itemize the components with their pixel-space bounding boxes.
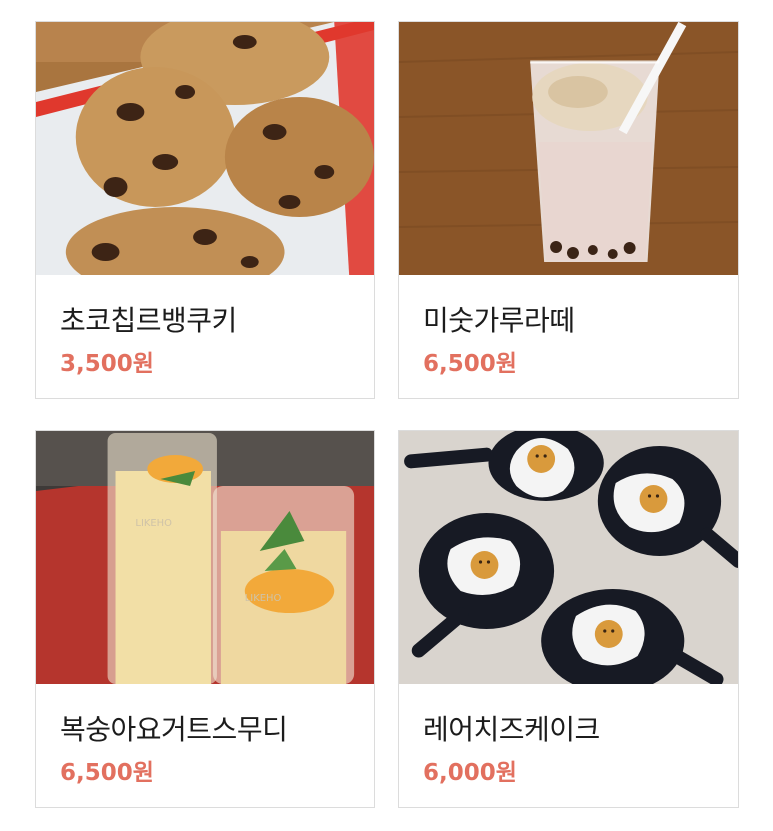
product-price: 3,500원 [60,351,154,377]
svg-text:LIKEHO: LIKEHO [135,518,172,529]
product-photo-cookie[interactable] [36,22,374,275]
product-photo-misugaru-latte[interactable] [399,22,738,275]
product-price: 6,500원 [423,351,517,377]
product-card-rare-cheesecake[interactable]: 레어치즈케이크 6,000원 [398,430,739,808]
product-name: 초코칩르뱅쿠키 [60,304,237,337]
product-price: 6,500원 [60,760,154,786]
product-card-chocochip-levain-cookie[interactable]: 초코칩르뱅쿠키 3,500원 [35,21,375,399]
product-grid: 초코칩르뱅쿠키 3,500원 미숫가루라떼 6,500원 LIKEHO LIKE… [0,0,773,831]
product-name: 미숫가루라떼 [423,304,575,337]
product-card-misugaru-latte[interactable]: 미숫가루라떼 6,500원 [398,21,739,399]
product-card-peach-yogurt-smoothie[interactable]: LIKEHO LIKEHO 복숭아요거트스무디 6,500원 [35,430,375,808]
product-photo-peach-smoothie[interactable]: LIKEHO LIKEHO [36,431,374,684]
product-photo-cheesecake[interactable] [399,431,738,684]
svg-text:LIKEHO: LIKEHO [245,593,282,604]
product-name: 복숭아요거트스무디 [60,713,288,746]
product-name: 레어치즈케이크 [423,713,600,746]
product-price: 6,000원 [423,760,517,786]
